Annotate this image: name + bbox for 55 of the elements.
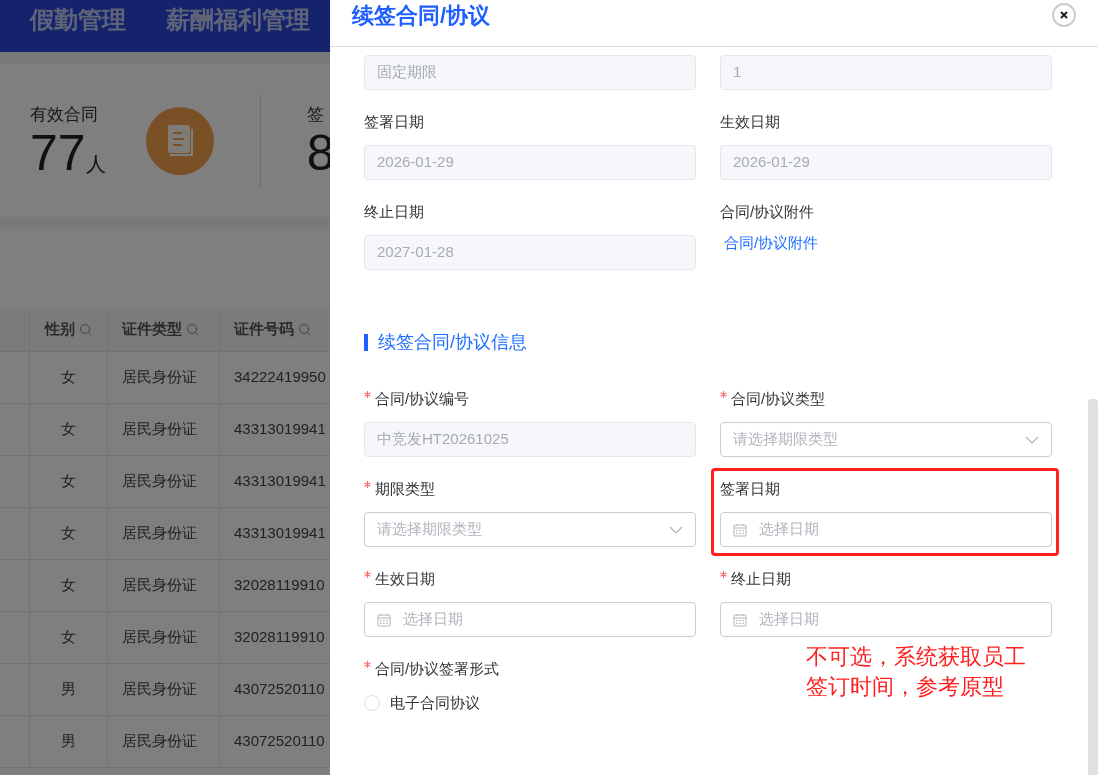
search-icon	[298, 323, 311, 336]
chevron-down-icon	[669, 525, 683, 534]
nav-item[interactable]: 假勤管理	[30, 2, 126, 38]
table-cell: 居民身份证	[108, 612, 220, 663]
date-field[interactable]: 选择日期	[720, 602, 1052, 637]
field-label: 合同/协议类型	[731, 388, 826, 409]
drawer-title: 续签合同/协议	[352, 1, 491, 30]
field-label: 合同/协议签署形式	[375, 658, 500, 679]
field-label: 签署日期	[364, 111, 424, 132]
table-cell: 居民身份证	[108, 456, 220, 507]
table-cell: 居民身份证	[108, 716, 220, 767]
table-cell: 居民身份证	[108, 560, 220, 611]
table-cell: 女	[30, 404, 108, 455]
table-cell: 男	[30, 664, 108, 715]
table-cell: 居民身份证	[108, 404, 220, 455]
field-label: 终止日期	[364, 201, 424, 222]
select-field[interactable]: 请选择期限类型	[364, 512, 696, 547]
stat-unit: 人	[85, 153, 106, 178]
scrollbar-thumb[interactable]	[1088, 399, 1098, 775]
nav-item[interactable]: 薪酬福利管理	[166, 2, 310, 38]
date-field[interactable]: 选择日期	[364, 602, 696, 637]
search-icon	[186, 323, 199, 336]
attachment-link[interactable]: 合同/协议附件	[720, 232, 823, 255]
table-cell: 居民身份证	[108, 664, 220, 715]
section-title: 续签合同/协议信息	[378, 330, 527, 354]
field-label: 合同/协议编号	[375, 388, 470, 409]
chevron-down-icon	[1025, 435, 1039, 444]
table-cell: 居民身份证	[108, 352, 220, 403]
table-cell: 女	[30, 456, 108, 507]
column-header[interactable]: 证件类型	[108, 308, 220, 351]
close-icon	[1059, 10, 1069, 20]
table-cell: 居民身份证	[108, 508, 220, 559]
calendar-icon	[377, 612, 391, 627]
table-cell: 女	[30, 560, 108, 611]
annotation-note: 不可选，系统获取员工签订时间，参考原型	[806, 643, 1027, 701]
table-cell: 女	[30, 508, 108, 559]
table-cell: 女	[30, 612, 108, 663]
field-label: 签署日期	[720, 478, 780, 499]
stat-label: 有效合同	[30, 103, 99, 126]
field-label: 合同/协议附件	[720, 201, 815, 222]
search-icon	[79, 323, 92, 336]
field-label: 期限类型	[375, 478, 435, 499]
column-header[interactable]: 性别	[30, 308, 108, 351]
date-field[interactable]: 选择日期	[720, 512, 1052, 547]
field-label: 生效日期	[720, 111, 780, 132]
field-label: 终止日期	[731, 568, 791, 589]
table-cell: 女	[30, 352, 108, 403]
stat-label: 签	[306, 103, 325, 126]
calendar-icon	[733, 612, 747, 627]
field-label: 生效日期	[375, 568, 435, 589]
table-cell: 男	[30, 716, 108, 767]
select-field[interactable]: 请选择期限类型	[720, 422, 1052, 457]
stat-value: 77	[30, 127, 86, 180]
calendar-icon	[733, 522, 747, 537]
close-button[interactable]	[1052, 3, 1076, 27]
